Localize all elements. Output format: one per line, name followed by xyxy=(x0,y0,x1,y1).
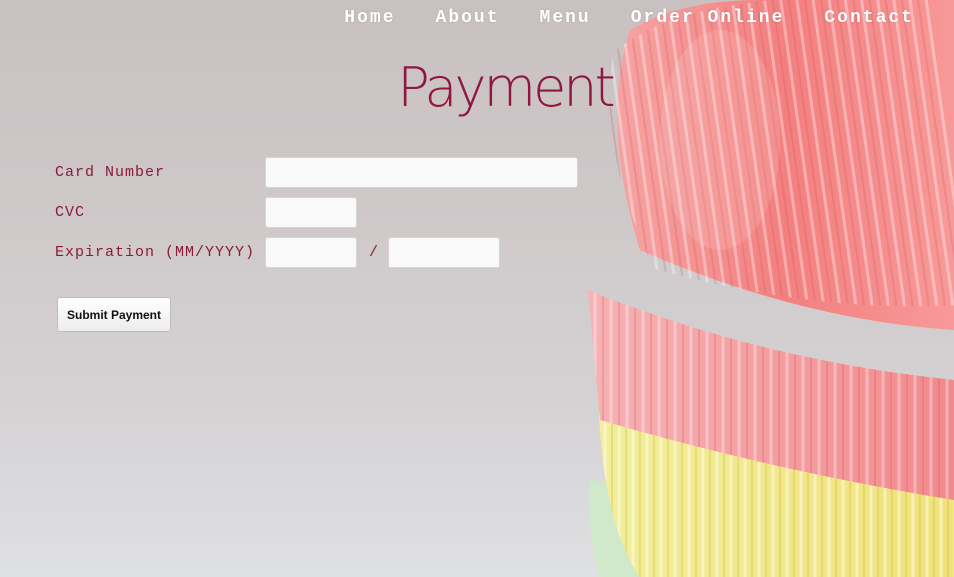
page-title: Payment xyxy=(397,56,615,119)
nav-about-link[interactable]: About xyxy=(436,8,500,28)
expiration-month-input[interactable] xyxy=(265,237,357,268)
expiration-row: Expiration (MM/YYYY) / xyxy=(55,237,501,268)
nav-order-online-link[interactable]: Order Online xyxy=(631,8,785,28)
nav-home-link[interactable]: Home xyxy=(344,8,395,28)
expiration-year-input[interactable] xyxy=(388,237,501,268)
top-navigation: Home About Menu Order Online Contact xyxy=(344,8,914,28)
nav-contact-link[interactable]: Contact xyxy=(824,8,914,28)
card-number-row: Card Number xyxy=(55,157,578,188)
submit-payment-button[interactable]: Submit Payment xyxy=(57,297,171,332)
card-number-label: Card Number xyxy=(55,164,166,181)
cvc-input[interactable] xyxy=(265,197,357,228)
expiration-label: Expiration (MM/YYYY) xyxy=(55,244,256,261)
cvc-row: CVC xyxy=(55,197,357,228)
cvc-label: CVC xyxy=(55,204,86,221)
nav-menu-link[interactable]: Menu xyxy=(540,8,591,28)
card-number-input[interactable] xyxy=(265,157,578,188)
expiration-separator: / xyxy=(369,244,379,261)
